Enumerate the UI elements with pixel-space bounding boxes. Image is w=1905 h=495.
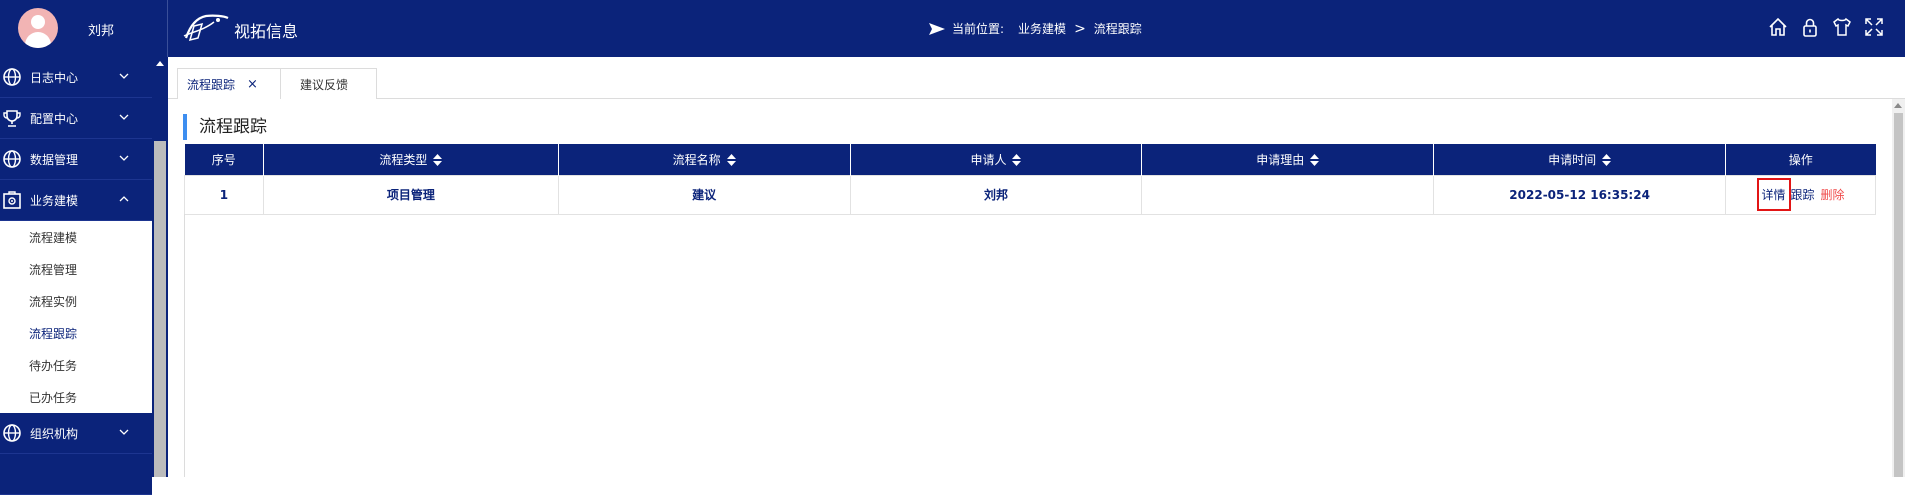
tab-bar: 流程跟踪 × 建议反馈	[168, 57, 1905, 99]
close-icon[interactable]: ×	[247, 77, 258, 92]
sidebar-item-process-modeling[interactable]: 流程建模	[0, 221, 152, 253]
page-title: 流程跟踪	[183, 114, 267, 140]
sidebar-scrollbar[interactable]	[152, 57, 168, 477]
sort-icon[interactable]	[1602, 154, 1612, 167]
breadcrumb: 当前位置: 业务建模 > 流程跟踪	[928, 20, 1142, 37]
tab-process-tracking[interactable]: 流程跟踪 ×	[177, 68, 289, 99]
sidebar-group-label: 组织机构	[30, 426, 79, 441]
col-header-time[interactable]: 申请时间	[1433, 144, 1727, 175]
user-panel: 刘邦	[0, 0, 168, 57]
sort-icon[interactable]	[726, 154, 736, 167]
sidebar-group-data-management[interactable]: 数据管理	[0, 139, 152, 180]
sidebar-scroll-thumb[interactable]	[154, 141, 166, 477]
cell-applicant: 刘邦	[849, 174, 1143, 215]
chevron-down-icon	[119, 429, 129, 435]
sort-icon[interactable]	[433, 154, 443, 167]
globe-icon	[3, 150, 21, 168]
sidebar-item-process-tracking[interactable]: 流程跟踪	[0, 317, 152, 349]
sidebar-group-label: 数据管理	[30, 152, 79, 167]
scroll-up-arrow-icon[interactable]	[1894, 103, 1902, 108]
col-header-index: 序号	[184, 144, 264, 175]
cell-time: 2022-05-12 16:35:24	[1433, 174, 1727, 215]
globe-icon	[3, 68, 21, 86]
sidebar-group-label: 日志中心	[30, 70, 79, 85]
breadcrumb-level1[interactable]: 业务建模	[1018, 20, 1066, 37]
detail-link[interactable]: 详情	[1756, 178, 1791, 211]
user-name: 刘邦	[88, 24, 115, 39]
scroll-up-arrow-icon[interactable]	[156, 61, 164, 66]
sidebar-item-done-tasks[interactable]: 已办任务	[0, 381, 152, 413]
sidebar-group-config-center[interactable]: 配置中心	[0, 98, 152, 139]
table-row: 1 项目管理 建议 刘邦 2022-05-12 16:35:24 详情 跟踪 删除	[184, 174, 1876, 215]
tab-label: 建议反馈	[300, 77, 349, 92]
gear-box-icon	[3, 191, 21, 209]
main-content: 流程跟踪 序号 流程类型 流程名称 申请人 申请理由 申请时间 操作 1 项目管…	[168, 99, 1892, 477]
sidebar-group-partial[interactable]	[0, 454, 152, 495]
tab-label: 流程跟踪	[187, 77, 236, 92]
fullscreen-icon[interactable]	[1863, 16, 1885, 38]
breadcrumb-level2: 流程跟踪	[1093, 22, 1142, 36]
cell-name: 建议	[557, 174, 851, 215]
col-header-actions: 操作	[1725, 144, 1876, 175]
sidebar-group-organization[interactable]: 组织机构	[0, 413, 152, 454]
lock-icon[interactable]	[1799, 16, 1821, 38]
app-title: 视拓信息	[234, 22, 299, 41]
col-header-name[interactable]: 流程名称	[558, 144, 851, 175]
top-header: 刘邦 视拓信息 当前位置: 业务建模 > 流程跟踪	[0, 0, 1905, 57]
chevron-up-icon	[119, 196, 129, 202]
process-table: 序号 流程类型 流程名称 申请人 申请理由 申请时间 操作 1 项目管理 建议 …	[184, 144, 1876, 215]
chevron-down-icon	[119, 155, 129, 161]
col-header-reason[interactable]: 申请理由	[1141, 144, 1435, 175]
cell-actions: 详情 跟踪 删除	[1725, 174, 1876, 215]
breadcrumb-prefix: 当前位置:	[952, 22, 1005, 36]
shirt-icon[interactable]	[1831, 16, 1853, 38]
sidebar-group-label: 配置中心	[30, 111, 79, 126]
sidebar-item-todo-tasks[interactable]: 待办任务	[0, 349, 152, 381]
sidebar-group-label: 业务建模	[30, 193, 79, 208]
app-logo	[183, 14, 229, 42]
cell-index: 1	[184, 174, 264, 215]
trophy-icon	[3, 110, 21, 127]
col-header-type[interactable]: 流程类型	[263, 144, 559, 175]
breadcrumb-separator: >	[1074, 20, 1086, 37]
table-header-row: 序号 流程类型 流程名称 申请人 申请理由 申请时间 操作	[184, 144, 1876, 175]
location-arrow-icon	[929, 22, 945, 35]
delete-link[interactable]: 删除	[1821, 186, 1845, 203]
content-divider	[184, 214, 185, 477]
home-icon[interactable]	[1767, 16, 1789, 38]
sort-icon[interactable]	[1310, 154, 1320, 167]
cell-type: 项目管理	[262, 174, 559, 215]
track-link[interactable]: 跟踪	[1791, 186, 1815, 203]
main-scroll-thumb[interactable]	[1894, 113, 1903, 477]
sidebar-group-log-center[interactable]: 日志中心	[0, 57, 152, 98]
chevron-down-icon	[119, 114, 129, 120]
chevron-down-icon	[119, 73, 129, 79]
sidebar: 日志中心 配置中心 数据管理 业务建模 流程建模 流程管理 流程实例 流程跟踪 …	[0, 57, 168, 495]
tab-suggestion-feedback[interactable]: 建议反馈	[280, 68, 377, 99]
sidebar-item-process-instance[interactable]: 流程实例	[0, 285, 152, 317]
col-header-applicant[interactable]: 申请人	[850, 144, 1143, 175]
sort-icon[interactable]	[1012, 154, 1022, 167]
main-scrollbar[interactable]	[1892, 99, 1905, 477]
sidebar-group-business-modeling[interactable]: 业务建模	[0, 180, 152, 221]
cell-reason	[1141, 174, 1435, 215]
sidebar-item-process-management[interactable]: 流程管理	[0, 253, 152, 285]
avatar[interactable]	[18, 8, 58, 48]
top-toolbar	[1767, 16, 1885, 38]
globe-icon	[3, 424, 21, 442]
